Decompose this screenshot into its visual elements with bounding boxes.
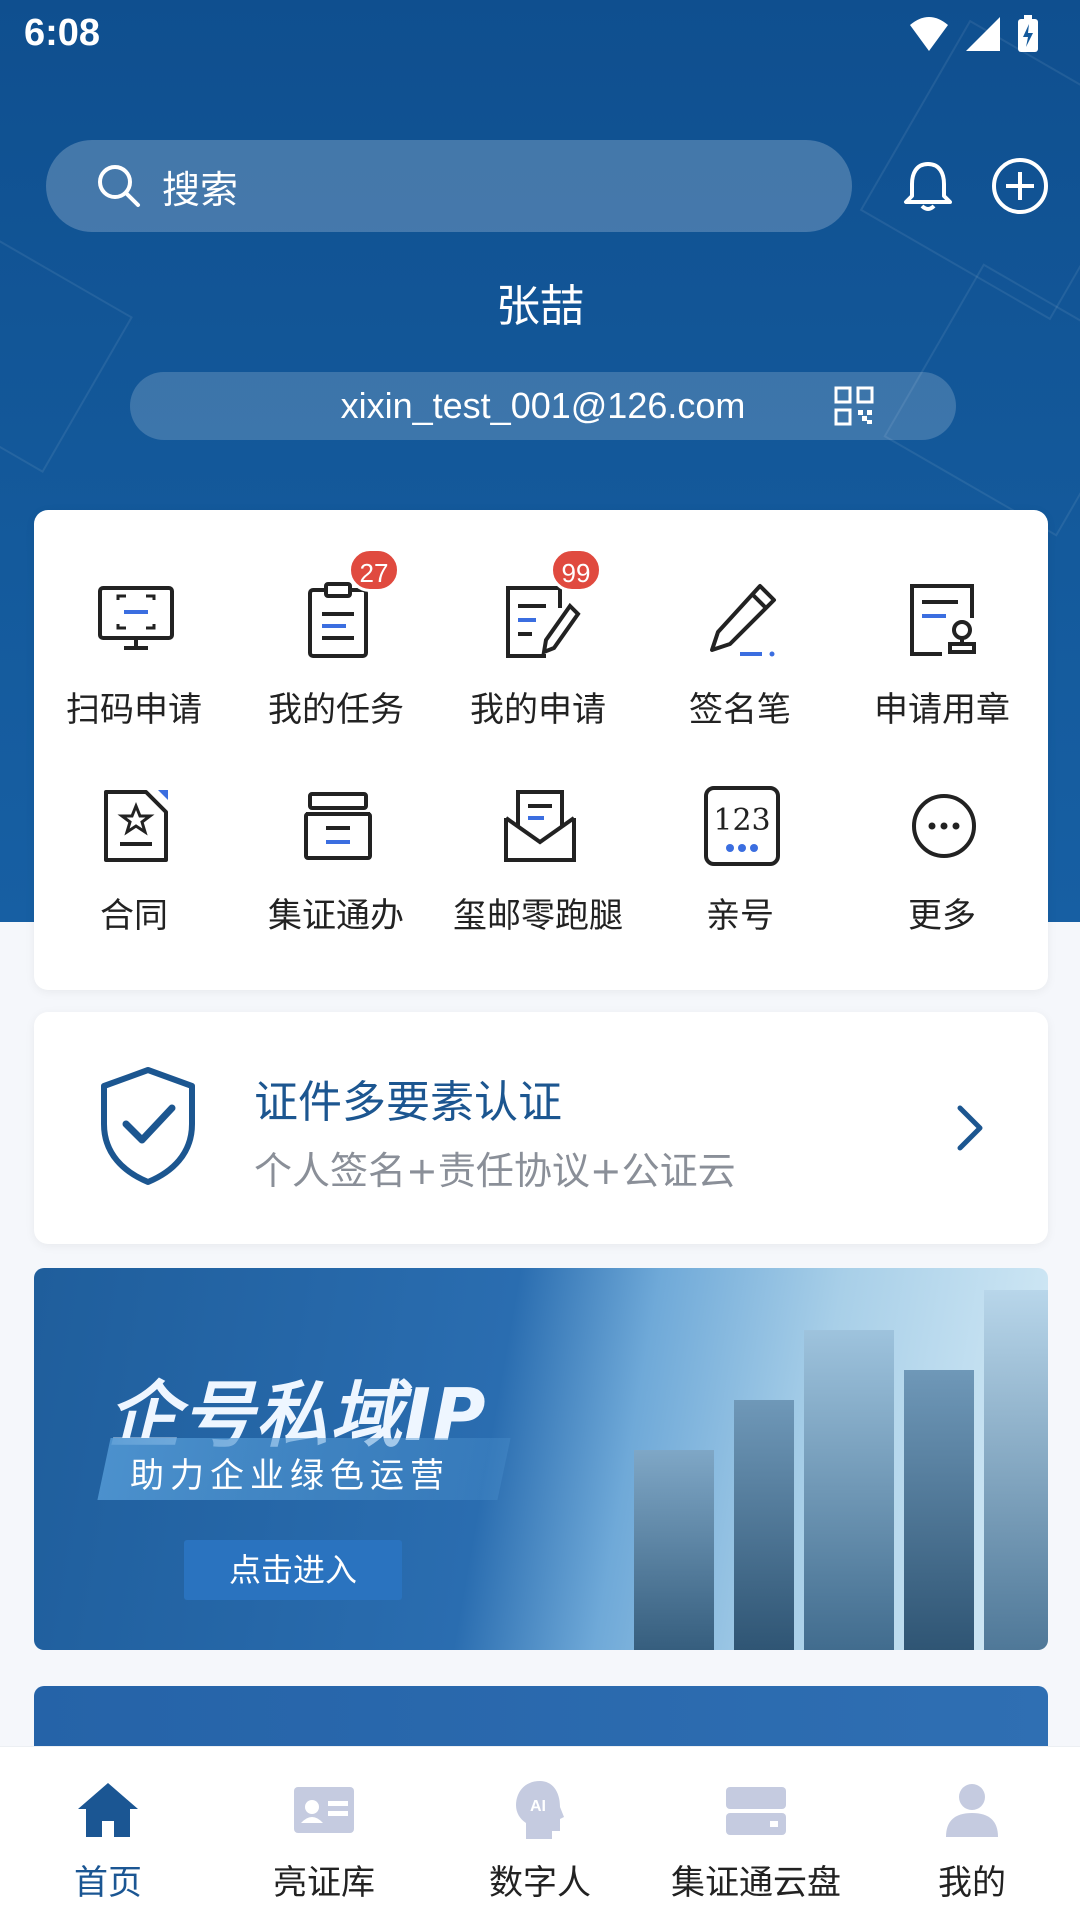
- service-apply-seal[interactable]: 申请用章: [842, 578, 1042, 768]
- plus-circle-icon: [992, 158, 1048, 214]
- service-label: 集证通办: [268, 896, 404, 936]
- search-input[interactable]: 搜索: [46, 140, 852, 232]
- contract-icon: [104, 790, 168, 862]
- tab-digital-human[interactable]: AI 数字人: [432, 1747, 648, 1920]
- service-signature-pen[interactable]: 签名笔: [640, 578, 840, 768]
- qr-code-icon[interactable]: [834, 386, 874, 426]
- tab-credential-library[interactable]: 亮证库: [216, 1747, 432, 1920]
- chevron-right-icon: [957, 1105, 983, 1151]
- service-label: 玺邮零跑腿: [453, 896, 623, 936]
- service-grid: 扫码申请 27 我的任务 99 我的申请 签名笔 申请用章 合同 集证通办 玺邮…: [34, 510, 1048, 990]
- battery-icon: [1018, 15, 1038, 52]
- scan-screen-icon: [98, 586, 174, 650]
- service-scan-apply[interactable]: 扫码申请: [34, 578, 234, 768]
- building-decoration: [734, 1400, 794, 1650]
- cloud-drive-icon: [726, 1787, 786, 1835]
- service-contract[interactable]: 合同: [34, 784, 234, 974]
- service-label: 亲号: [706, 896, 774, 936]
- add-button[interactable]: [984, 150, 1056, 222]
- auth-card-title: 证件多要素认证: [254, 1077, 562, 1128]
- bottom-tab-bar: 首页 亮证库 AI 数字人 集证通云盘 我的: [0, 1746, 1080, 1920]
- notification-button[interactable]: [892, 150, 964, 222]
- number-123-icon: 123: [704, 786, 780, 866]
- more-dots-icon: [912, 794, 976, 858]
- building-decoration: [984, 1290, 1048, 1650]
- tab-cloud-drive[interactable]: 集证通云盘: [648, 1747, 864, 1920]
- archive-box-icon: [304, 792, 372, 860]
- service-my-applications[interactable]: 99 我的申请: [438, 548, 638, 768]
- status-bar: 6:08: [0, 0, 1080, 72]
- promo-banner[interactable]: 企号私域IP 助力企业绿色运营 点击进入: [34, 1268, 1048, 1650]
- hexagon-decoration: [0, 227, 133, 473]
- service-label: 扫码申请: [66, 690, 202, 730]
- service-label: 我的任务: [268, 690, 404, 730]
- search-icon: [98, 165, 140, 207]
- wifi-icon: [910, 17, 948, 51]
- service-label: 签名笔: [689, 690, 791, 730]
- service-label: 合同: [100, 896, 168, 936]
- service-label: 我的申请: [470, 690, 606, 730]
- service-my-tasks[interactable]: 27 我的任务: [236, 548, 436, 768]
- user-icon: [946, 1784, 998, 1837]
- shield-check-icon: [101, 1067, 195, 1185]
- search-placeholder: 搜索: [162, 167, 239, 212]
- banner-enter-button[interactable]: 点击进入: [184, 1540, 402, 1600]
- service-label: 更多: [908, 896, 976, 936]
- tab-label: 数字人: [489, 1863, 591, 1903]
- building-decoration: [904, 1370, 974, 1650]
- pen-icon: [710, 584, 776, 657]
- building-decoration: [804, 1330, 894, 1650]
- user-email: xixin_test_001@126.com: [340, 385, 746, 426]
- service-label: 申请用章: [874, 690, 1010, 730]
- banner-subtitle: 助力企业绿色运营: [130, 1456, 450, 1496]
- multi-factor-auth-card[interactable]: 证件多要素认证 个人签名+责任协议+公证云: [34, 1012, 1048, 1244]
- service-relative-number[interactable]: 123 亲号: [640, 784, 840, 974]
- bell-icon: [904, 162, 952, 211]
- tab-home[interactable]: 首页: [0, 1747, 216, 1920]
- application-count-badge: 99: [550, 548, 602, 592]
- id-card-icon: [294, 1787, 354, 1833]
- status-time: 6:08: [24, 12, 101, 54]
- service-unified-handling[interactable]: 集证通办: [236, 784, 436, 974]
- building-decoration: [634, 1450, 714, 1650]
- tab-label: 我的: [938, 1863, 1006, 1903]
- home-icon: [78, 1783, 138, 1837]
- tab-label: 首页: [74, 1863, 142, 1903]
- status-icons: [908, 14, 1040, 54]
- auth-card-subtitle: 个人签名+责任协议+公证云: [254, 1149, 736, 1193]
- user-name: 张喆: [496, 281, 584, 332]
- svg-text:AI: AI: [530, 1798, 546, 1815]
- signal-icon: [966, 17, 1000, 51]
- ai-head-icon: AI: [516, 1781, 564, 1839]
- email-pill[interactable]: xixin_test_001@126.com: [130, 372, 956, 440]
- mail-envelope-icon: [504, 790, 576, 862]
- task-count-badge: 27: [348, 548, 400, 592]
- service-more[interactable]: 更多: [842, 784, 1042, 974]
- service-seal-mail[interactable]: 玺邮零跑腿: [438, 784, 638, 974]
- seal-document-icon: [910, 584, 976, 656]
- tab-label: 亮证库: [273, 1863, 375, 1903]
- svg-text:123: 123: [713, 803, 770, 838]
- tab-mine[interactable]: 我的: [864, 1747, 1080, 1920]
- tab-label: 集证通云盘: [671, 1863, 841, 1903]
